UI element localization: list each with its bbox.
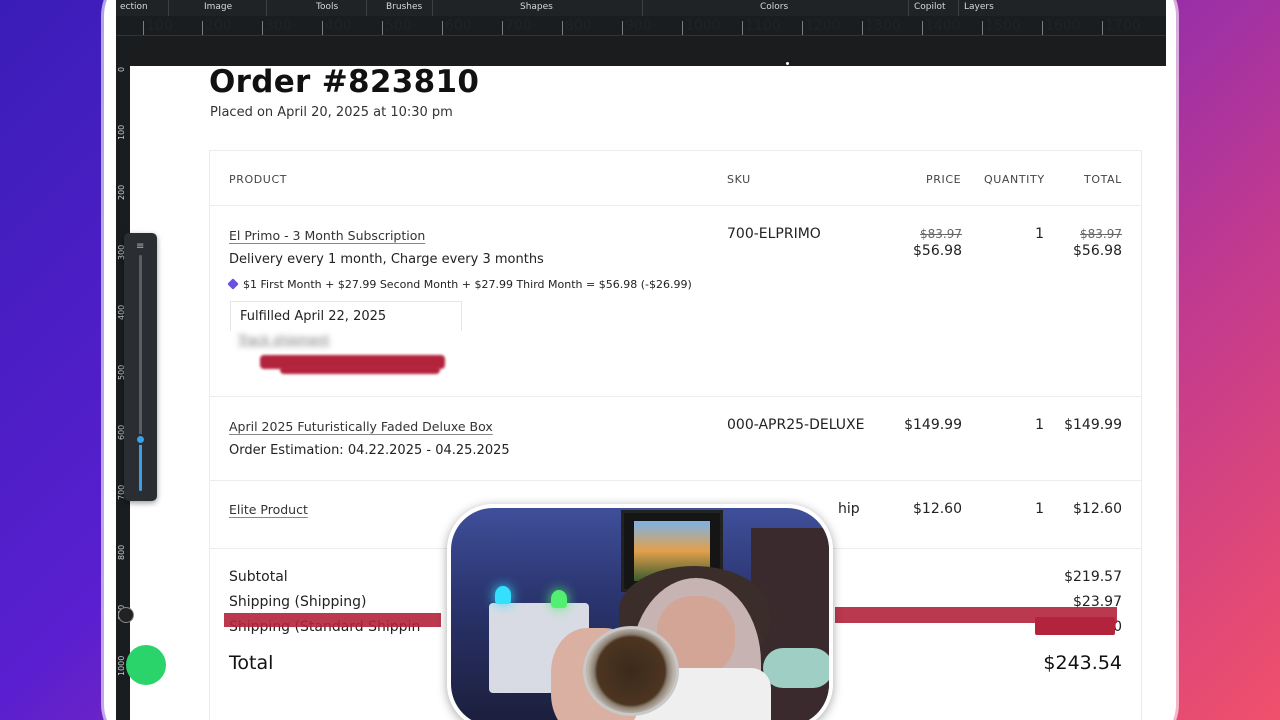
discount-note: $1 First Month + $27.99 Second Month + $… [227,278,692,291]
ruler-label: 300 [265,18,292,34]
sku-value: hip [838,501,860,517]
green-lamp [551,590,567,608]
cursor-dot [786,62,789,65]
total-value: $149.99 [1064,417,1122,433]
menu-copilot[interactable]: Copilot [914,2,946,12]
panel-grip-icon[interactable]: ≡ [136,241,144,252]
circle-button[interactable] [118,607,134,623]
zoom-slider-panel[interactable]: ≡ [124,233,157,501]
subtotal-label: Subtotal [229,569,288,585]
price-value: $149.99 [904,417,962,433]
menu-image[interactable]: Image [204,2,232,12]
column-header-product: PRODUCT [229,173,288,186]
product-description: Delivery every 1 month, Charge every 3 m… [229,252,544,267]
ruler-label: 200 [117,184,126,200]
ruler-label: 1600 [1045,18,1081,34]
webcam-overlay [447,504,833,720]
ruler-label: 1100 [745,18,781,34]
redaction-mark [224,613,441,627]
product-description: Order Estimation: 04.22.2025 - 04.25.202… [229,443,510,458]
ruler-horizontal[interactable]: 100 200 300 400 500 600 700 800 900 1000… [116,16,1166,36]
divider [210,205,1141,206]
ruler-label: 1000 [685,18,721,34]
column-header-price: PRICE [926,173,962,186]
ruler-label: 1500 [985,18,1021,34]
ruler-label: 600 [445,18,472,34]
order-placed-date: Placed on April 20, 2025 at 10:30 pm [210,105,453,120]
ruler-label: 100 [146,18,173,34]
menu-brushes[interactable]: Brushes [386,2,422,12]
price-value: $12.60 [913,501,962,517]
column-header-sku: SKU [727,173,751,186]
ruler-label: 1700 [1105,18,1141,34]
ruler-label: 800 [117,544,126,560]
fulfillment-status: Fulfilled April 22, 2025 [230,301,462,331]
ruler-label: 1300 [865,18,901,34]
total-value: $56.98 [1073,243,1122,259]
original-total: $83.97 [1080,227,1122,241]
ruler-label: 1400 [925,18,961,34]
ruler-label: 1000 [117,655,126,676]
subtotal-value: $219.57 [1064,569,1122,585]
product-link[interactable]: El Primo - 3 Month Subscription [229,228,425,243]
quantity-value: 1 [1035,501,1044,517]
editor-menu-bar: ection Image Tools Brushes Shapes Colors… [116,0,1166,16]
product-link[interactable]: Elite Product [229,502,308,517]
tag-icon [227,278,239,290]
ruler-label: 500 [385,18,412,34]
column-header-quantity: QUANTITY [984,173,1045,186]
original-price: $83.97 [920,227,962,241]
ruler-label: 100 [117,124,126,140]
total-label: Total [229,652,274,674]
cyan-lamp [495,586,511,604]
discount-note-text: $1 First Month + $27.99 Second Month + $… [243,278,692,291]
zoom-slider-handle[interactable] [135,434,146,445]
divider [210,396,1141,397]
track-shipment-link[interactable]: Track shipment [238,333,329,347]
menu-colors[interactable]: Colors [760,2,788,12]
ruler-label: 700 [505,18,532,34]
total-amount: $243.54 [1043,652,1122,674]
ruler-label: 900 [625,18,652,34]
jar [583,626,679,716]
menu-layers[interactable]: Layers [964,2,994,12]
quantity-value: 1 [1035,417,1044,433]
ruler-label: 800 [565,18,592,34]
ruler-label: 1200 [805,18,841,34]
menu-selection[interactable]: ection [120,2,148,12]
menu-tools[interactable]: Tools [316,2,338,12]
column-header-total: TOTAL [1084,173,1122,186]
green-status-icon [126,645,166,685]
ruler-label: 400 [325,18,352,34]
redaction-mark [280,366,440,374]
product-link[interactable]: April 2025 Futuristically Faded Deluxe B… [229,419,493,434]
canvas-top-strip [116,36,1166,66]
total-value: $12.60 [1073,501,1122,517]
divider [210,480,1141,481]
microphone [763,648,829,688]
redaction-mark [1035,617,1115,635]
ruler-label: 200 [205,18,232,34]
sku-value: 000-APR25-DELUXE [727,417,865,433]
zoom-slider-fill [139,438,142,491]
sku-value: 700-ELPRIMO [727,226,821,242]
menu-shapes[interactable]: Shapes [520,2,553,12]
quantity-value: 1 [1035,226,1044,242]
shipping-label: Shipping (Shipping) [229,594,367,610]
page-title: Order #823810 [209,64,480,100]
ruler-label: 0 [117,66,126,72]
price-value: $56.98 [913,243,962,259]
